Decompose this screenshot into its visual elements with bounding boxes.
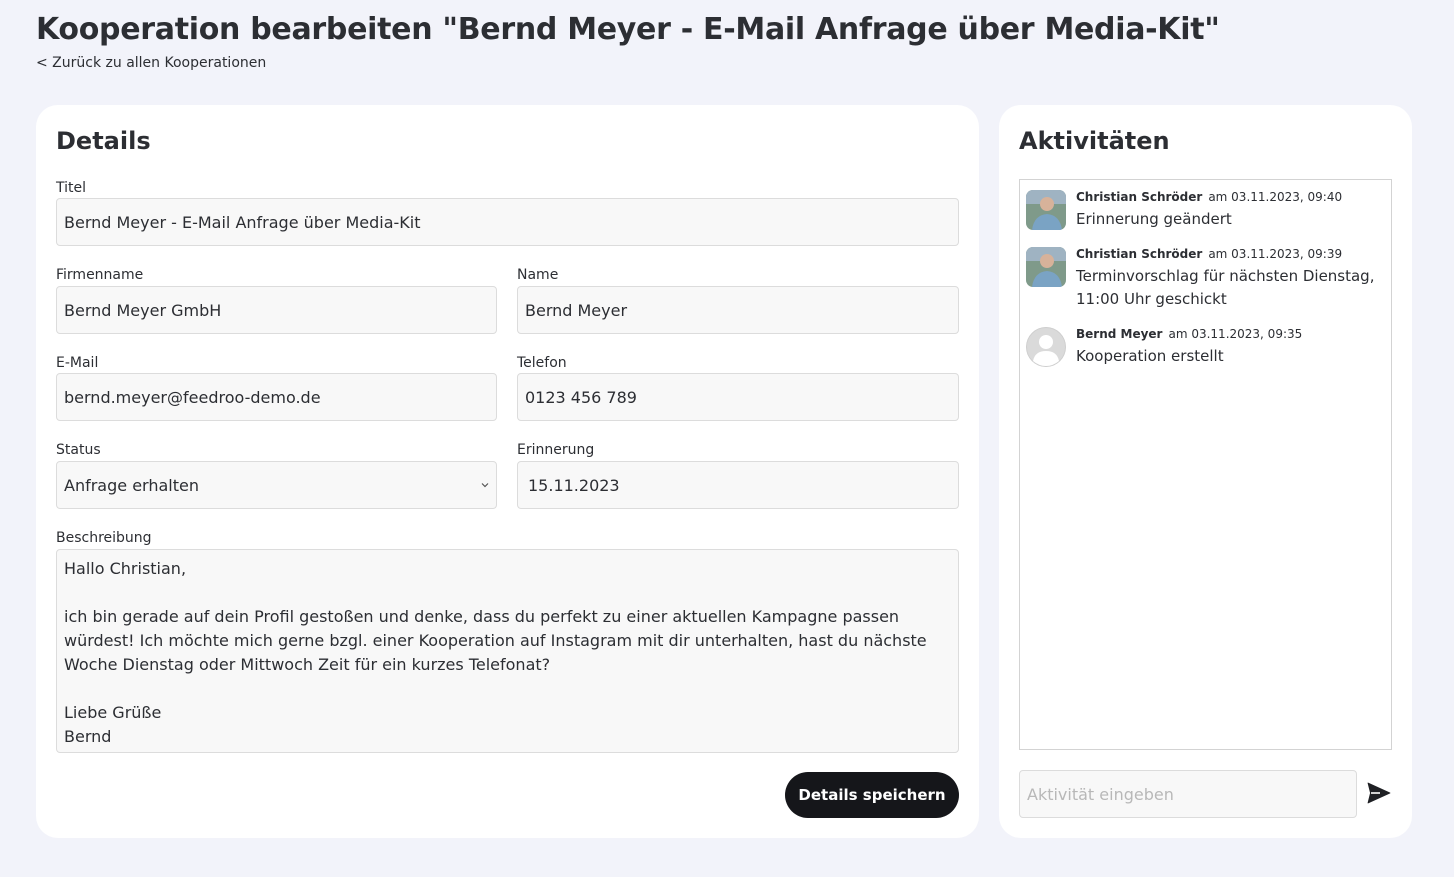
title-label: Titel	[56, 180, 87, 196]
reminder-label: Erinnerung	[517, 442, 595, 458]
description-textarea[interactable]: Hallo Christian, ich bin gerade auf dein…	[56, 549, 959, 753]
activities-card: Aktivitäten Christian Schröder am 03.11.2…	[999, 105, 1412, 838]
photo-avatar-icon	[1026, 190, 1066, 230]
activities-heading: Aktivitäten	[1019, 127, 1170, 155]
activity-author: Bernd Meyer	[1076, 327, 1163, 341]
status-label: Status	[56, 442, 101, 458]
chevron-down-icon	[481, 483, 489, 488]
email-input[interactable]: bernd.meyer@feedroo-demo.de	[56, 373, 497, 421]
details-card: Details Titel Bernd Meyer - E-Mail Anfra…	[36, 105, 979, 838]
status-select-value: Anfrage erhalten	[64, 475, 199, 495]
send-icon	[1367, 782, 1391, 803]
activity-meta: Bernd Meyer am 03.11.2023, 09:35	[1076, 327, 1302, 341]
activity-author: Christian Schröder	[1076, 190, 1203, 204]
company-label: Firmenname	[56, 267, 144, 283]
page-title: Kooperation bearbeiten "Bernd Meyer - E-…	[36, 12, 1220, 47]
reminder-date-input[interactable]: 15.11.2023	[517, 461, 959, 509]
send-button[interactable]	[1365, 781, 1393, 807]
email-label: E-Mail	[56, 355, 99, 371]
activity-input[interactable]	[1019, 770, 1357, 818]
activity-date: am 03.11.2023, 09:35	[1168, 327, 1303, 341]
avatar	[1026, 190, 1066, 230]
name-input[interactable]: Bernd Meyer	[517, 286, 959, 334]
activity-list[interactable]: Christian Schröder am 03.11.2023, 09:40 E…	[1019, 179, 1392, 750]
activity-text: Terminvorschlag für nächsten Dienstag, 1…	[1076, 267, 1375, 308]
avatar	[1026, 247, 1066, 287]
activity-meta: Christian Schröder am 03.11.2023, 09:39	[1076, 247, 1342, 261]
title-input[interactable]: Bernd Meyer - E-Mail Anfrage über Media-…	[56, 198, 959, 246]
avatar	[1026, 327, 1066, 367]
details-heading: Details	[56, 127, 151, 155]
back-link[interactable]: < Zurück zu allen Kooperationen	[36, 55, 266, 71]
activity-meta: Christian Schröder am 03.11.2023, 09:40	[1076, 190, 1342, 204]
phone-label: Telefon	[517, 355, 567, 371]
activity-date: am 03.11.2023, 09:39	[1208, 247, 1343, 261]
activity-date: am 03.11.2023, 09:40	[1208, 190, 1343, 204]
default-user-avatar-icon	[1026, 327, 1066, 367]
status-select[interactable]: Anfrage erhalten	[56, 461, 497, 509]
name-label: Name	[517, 267, 559, 283]
photo-avatar-icon	[1026, 247, 1066, 287]
activity-text: Erinnerung geändert	[1076, 210, 1232, 228]
description-label: Beschreibung	[56, 530, 152, 546]
activity-author: Christian Schröder	[1076, 247, 1203, 261]
company-input[interactable]: Bernd Meyer GmbH	[56, 286, 497, 334]
activity-text: Kooperation erstellt	[1076, 347, 1224, 365]
save-details-button[interactable]: Details speichern	[785, 772, 959, 818]
phone-input[interactable]: 0123 456 789	[517, 373, 959, 421]
